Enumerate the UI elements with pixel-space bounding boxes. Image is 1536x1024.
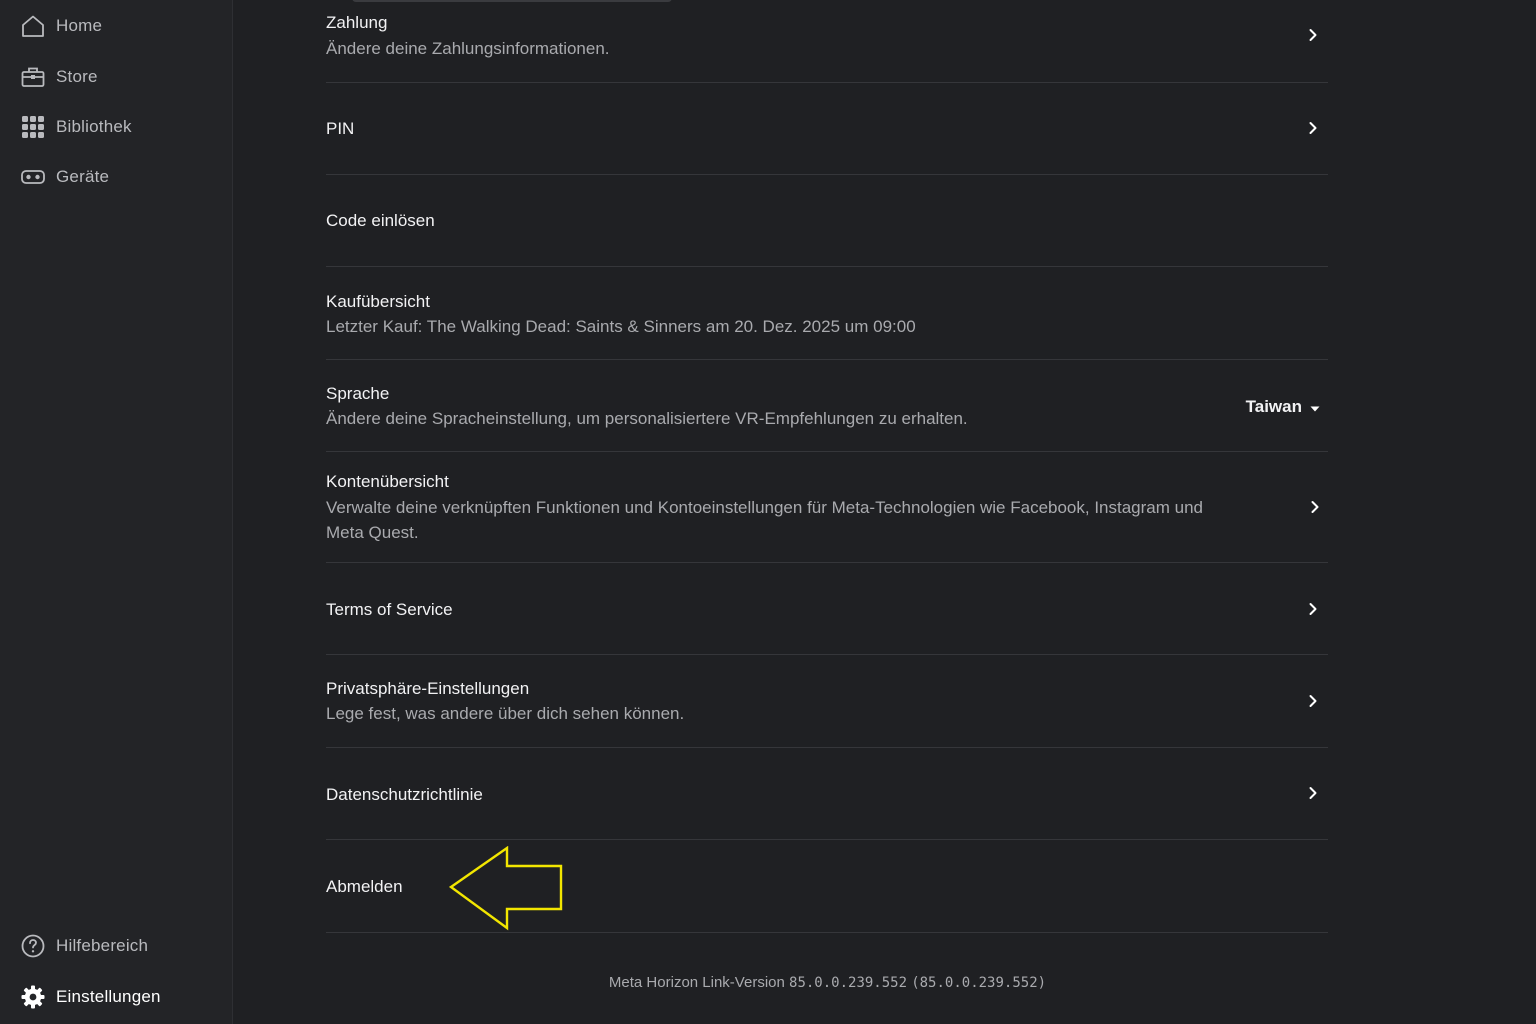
home-icon — [20, 13, 46, 39]
row-subtitle-line2: Meta Quest. — [326, 523, 419, 542]
chevron-right-icon — [1306, 28, 1320, 42]
row-title: Datenschutzrichtlinie — [326, 785, 483, 804]
chevron-right-icon — [1306, 121, 1320, 135]
sidebar-item-bibliothek[interactable]: Bibliothek — [0, 105, 233, 149]
settings-row-kontenuebersicht[interactable]: Kontenübersicht Verwalte deine verknüpft… — [326, 452, 1328, 563]
app-window: Home Store Bibliothek Geräte Hilfebereic… — [0, 0, 1536, 1024]
chevron-right-icon — [1308, 500, 1322, 514]
settings-row-kaufuebersicht[interactable]: Kaufübersicht Letzter Kauf: The Walking … — [326, 267, 1328, 360]
settings-panel: Zahlung Ändere deine Zahlungsinformation… — [234, 0, 1536, 1024]
settings-row-terms-of-service[interactable]: Terms of Service — [326, 563, 1328, 655]
version-number-paren: (85.0.0.239.552) — [911, 975, 1047, 991]
language-dropdown-value: Taiwan — [1245, 397, 1302, 416]
row-title: Terms of Service — [326, 600, 453, 619]
annotation-arrow-icon — [449, 846, 563, 931]
sidebar-item-einstellungen[interactable]: Einstellungen — [0, 975, 233, 1019]
headset-icon — [20, 164, 46, 190]
sidebar-item-label: Hilfebereich — [56, 936, 149, 955]
store-icon — [20, 64, 46, 90]
settings-row-datenschutzrichtlinie[interactable]: Datenschutzrichtlinie — [326, 748, 1328, 840]
version-info: Meta Horizon Link-Version 85.0.0.239.552… — [234, 974, 1421, 991]
sidebar-item-store[interactable]: Store — [0, 55, 233, 99]
row-title: Zahlung — [326, 13, 388, 32]
row-title: Kontenübersicht — [326, 472, 449, 491]
sidebar-item-label: Geräte — [56, 167, 110, 186]
sidebar-item-label: Einstellungen — [56, 987, 161, 1006]
settings-row-zahlung[interactable]: Zahlung Ändere deine Zahlungsinformation… — [326, 0, 1328, 83]
row-title: Code einlösen — [326, 211, 435, 230]
row-title: Privatsphäre-Einstellungen — [326, 679, 530, 698]
scrollbar[interactable] — [1530, 0, 1536, 1024]
sidebar-item-label: Bibliothek — [56, 117, 132, 136]
sidebar: Home Store Bibliothek Geräte Hilfebereic… — [0, 0, 233, 1024]
logout-label: Abmelden — [326, 877, 403, 896]
caret-down-icon — [1310, 397, 1320, 417]
settings-row-code[interactable]: Code einlösen — [326, 175, 1328, 267]
row-subtitle-line1: Verwalte deine verknüpften Funktionen un… — [326, 498, 1204, 517]
settings-row-pin[interactable]: PIN — [326, 83, 1328, 175]
row-title: PIN — [326, 119, 355, 138]
chevron-right-icon — [1306, 694, 1320, 708]
settings-row-sprache[interactable]: Sprache Ändere deine Spracheinstellung, … — [326, 360, 1328, 452]
row-title: Sprache — [326, 384, 390, 403]
sidebar-item-hilfebereich[interactable]: Hilfebereich — [0, 924, 233, 968]
row-title: Kaufübersicht — [326, 292, 430, 311]
sidebar-item-geraete[interactable]: Geräte — [0, 155, 233, 199]
gear-icon — [20, 984, 46, 1010]
version-label: Meta Horizon Link-Version — [608, 974, 785, 991]
grid-icon — [20, 114, 46, 140]
chevron-right-icon — [1306, 786, 1320, 800]
sidebar-item-label: Home — [56, 16, 103, 35]
row-subtitle: Letzter Kauf: The Walking Dead: Saints &… — [326, 317, 916, 336]
sidebar-item-label: Store — [56, 67, 98, 86]
sidebar-item-home[interactable]: Home — [0, 4, 233, 48]
row-subtitle: Ändere deine Spracheinstellung, um perso… — [326, 409, 968, 428]
row-subtitle: Ändere deine Zahlungsinformationen. — [326, 39, 610, 58]
row-subtitle: Lege fest, was andere über dich sehen kö… — [326, 704, 685, 723]
language-dropdown[interactable]: Taiwan — [1246, 397, 1320, 417]
settings-row-privatsphaere[interactable]: Privatsphäre-Einstellungen Lege fest, wa… — [326, 655, 1328, 748]
version-number: 85.0.0.239.552 — [789, 975, 908, 991]
help-icon — [20, 933, 46, 959]
chevron-right-icon — [1306, 602, 1320, 616]
